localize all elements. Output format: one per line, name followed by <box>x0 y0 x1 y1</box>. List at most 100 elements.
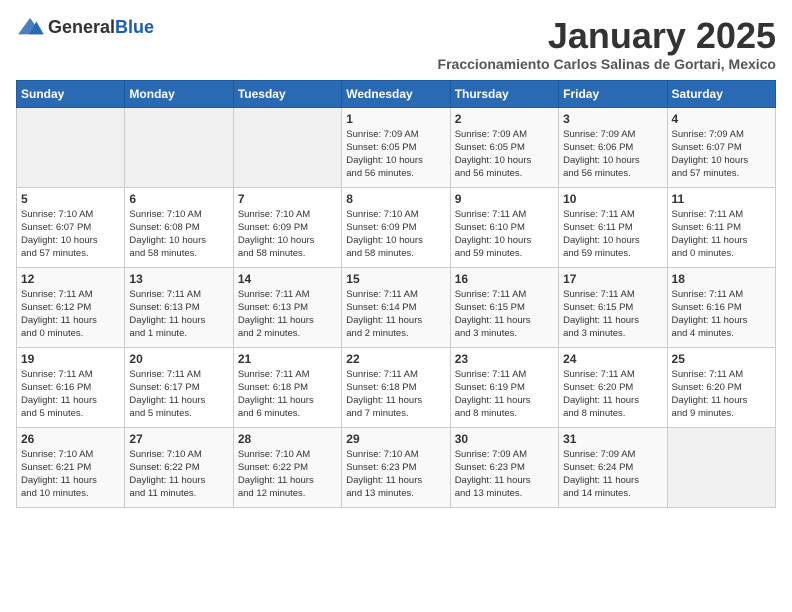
day-info: Sunrise: 7:11 AM Sunset: 6:17 PM Dayligh… <box>129 368 228 421</box>
logo-blue: Blue <box>115 17 154 37</box>
calendar-cell: 8 Sunrise: 7:10 AM Sunset: 6:09 PM Daylig… <box>342 187 450 267</box>
calendar-cell: 23Sunrise: 7:11 AM Sunset: 6:19 PM Dayli… <box>450 347 558 427</box>
location-title: Fraccionamiento Carlos Salinas de Gortar… <box>438 56 776 72</box>
day-info: Sunrise: 7:10 AM Sunset: 6:21 PM Dayligh… <box>21 448 120 501</box>
calendar-cell: 7 Sunrise: 7:10 AM Sunset: 6:09 PM Daylig… <box>233 187 341 267</box>
day-number: 10 <box>563 192 662 206</box>
day-number: 25 <box>672 352 771 366</box>
day-number: 17 <box>563 272 662 286</box>
day-number: 12 <box>21 272 120 286</box>
logo: GeneralBlue <box>16 16 154 38</box>
calendar-cell: 16 Sunrise: 7:11 AM Sunset: 6:15 PM Dayli… <box>450 267 558 347</box>
day-info: Sunrise: 7:11 AM Sunset: 6:12 PM Dayligh… <box>21 288 120 341</box>
day-info: Sunrise: 7:11 AM Sunset: 6:18 PM Dayligh… <box>238 368 337 421</box>
weekday-header-monday: Monday <box>125 80 233 107</box>
page-header: GeneralBlue January 2025 Fraccionamiento… <box>16 16 776 72</box>
calendar-body: 1 Sunrise: 7:09 AM Sunset: 6:05 PM Daylig… <box>17 107 776 507</box>
calendar-cell: 25 Sunrise: 7:11 AM Sunset: 6:20 PM Dayli… <box>667 347 775 427</box>
day-number: 3 <box>563 112 662 126</box>
calendar-cell: 13Sunrise: 7:11 AM Sunset: 6:13 PM Dayli… <box>125 267 233 347</box>
day-info: Sunrise: 7:09 AM Sunset: 6:05 PM Dayligh… <box>455 128 554 181</box>
calendar-cell: 22 Sunrise: 7:11 AM Sunset: 6:18 PM Dayli… <box>342 347 450 427</box>
day-info: Sunrise: 7:11 AM Sunset: 6:20 PM Dayligh… <box>563 368 662 421</box>
title-area: January 2025 Fraccionamiento Carlos Sali… <box>438 16 776 72</box>
calendar-table: SundayMondayTuesdayWednesdayThursdayFrid… <box>16 80 776 508</box>
calendar-cell: 1 Sunrise: 7:09 AM Sunset: 6:05 PM Daylig… <box>342 107 450 187</box>
day-number: 26 <box>21 432 120 446</box>
day-number: 31 <box>563 432 662 446</box>
day-info: Sunrise: 7:09 AM Sunset: 6:05 PM Dayligh… <box>346 128 445 181</box>
day-number: 27 <box>129 432 228 446</box>
calendar-cell: 29 Sunrise: 7:10 AM Sunset: 6:23 PM Dayli… <box>342 427 450 507</box>
day-info: Sunrise: 7:09 AM Sunset: 6:24 PM Dayligh… <box>563 448 662 501</box>
day-info: Sunrise: 7:10 AM Sunset: 6:09 PM Dayligh… <box>346 208 445 261</box>
calendar-cell: 15 Sunrise: 7:11 AM Sunset: 6:14 PM Dayli… <box>342 267 450 347</box>
day-info: Sunrise: 7:10 AM Sunset: 6:09 PM Dayligh… <box>238 208 337 261</box>
calendar-week-row: 26 Sunrise: 7:10 AM Sunset: 6:21 PM Dayli… <box>17 427 776 507</box>
day-info: Sunrise: 7:11 AM Sunset: 6:11 PM Dayligh… <box>672 208 771 261</box>
day-number: 9 <box>455 192 554 206</box>
day-number: 1 <box>346 112 445 126</box>
weekday-header-saturday: Saturday <box>667 80 775 107</box>
calendar-cell: 14 Sunrise: 7:11 AM Sunset: 6:13 PM Dayli… <box>233 267 341 347</box>
day-info: Sunrise: 7:11 AM Sunset: 6:14 PM Dayligh… <box>346 288 445 341</box>
calendar-cell: 24 Sunrise: 7:11 AM Sunset: 6:20 PM Dayli… <box>559 347 667 427</box>
day-info: Sunrise: 7:09 AM Sunset: 6:23 PM Dayligh… <box>455 448 554 501</box>
calendar-cell: 4Sunrise: 7:09 AM Sunset: 6:07 PM Daylig… <box>667 107 775 187</box>
calendar-week-row: 1 Sunrise: 7:09 AM Sunset: 6:05 PM Daylig… <box>17 107 776 187</box>
day-number: 7 <box>238 192 337 206</box>
day-info: Sunrise: 7:10 AM Sunset: 6:08 PM Dayligh… <box>129 208 228 261</box>
calendar-cell: 26 Sunrise: 7:10 AM Sunset: 6:21 PM Dayli… <box>17 427 125 507</box>
day-info: Sunrise: 7:10 AM Sunset: 6:22 PM Dayligh… <box>129 448 228 501</box>
day-number: 28 <box>238 432 337 446</box>
day-info: Sunrise: 7:11 AM Sunset: 6:20 PM Dayligh… <box>672 368 771 421</box>
day-number: 8 <box>346 192 445 206</box>
day-number: 13 <box>129 272 228 286</box>
weekday-header-tuesday: Tuesday <box>233 80 341 107</box>
logo-general: General <box>48 17 115 37</box>
day-info: Sunrise: 7:09 AM Sunset: 6:06 PM Dayligh… <box>563 128 662 181</box>
day-number: 4 <box>672 112 771 126</box>
day-info: Sunrise: 7:11 AM Sunset: 6:13 PM Dayligh… <box>238 288 337 341</box>
day-number: 21 <box>238 352 337 366</box>
day-number: 11 <box>672 192 771 206</box>
calendar-week-row: 5Sunrise: 7:10 AM Sunset: 6:07 PM Daylig… <box>17 187 776 267</box>
day-number: 2 <box>455 112 554 126</box>
calendar-cell <box>233 107 341 187</box>
day-info: Sunrise: 7:11 AM Sunset: 6:11 PM Dayligh… <box>563 208 662 261</box>
day-info: Sunrise: 7:11 AM Sunset: 6:15 PM Dayligh… <box>563 288 662 341</box>
weekday-header-thursday: Thursday <box>450 80 558 107</box>
calendar-cell <box>125 107 233 187</box>
day-number: 20 <box>129 352 228 366</box>
day-number: 15 <box>346 272 445 286</box>
calendar-cell: 20 Sunrise: 7:11 AM Sunset: 6:17 PM Dayli… <box>125 347 233 427</box>
day-info: Sunrise: 7:11 AM Sunset: 6:16 PM Dayligh… <box>21 368 120 421</box>
day-number: 22 <box>346 352 445 366</box>
day-info: Sunrise: 7:11 AM Sunset: 6:15 PM Dayligh… <box>455 288 554 341</box>
calendar-cell: 11 Sunrise: 7:11 AM Sunset: 6:11 PM Dayli… <box>667 187 775 267</box>
day-info: Sunrise: 7:10 AM Sunset: 6:07 PM Dayligh… <box>21 208 120 261</box>
day-number: 23 <box>455 352 554 366</box>
day-info: Sunrise: 7:11 AM Sunset: 6:18 PM Dayligh… <box>346 368 445 421</box>
month-title: January 2025 <box>438 16 776 56</box>
calendar-cell <box>17 107 125 187</box>
calendar-header: SundayMondayTuesdayWednesdayThursdayFrid… <box>17 80 776 107</box>
day-number: 29 <box>346 432 445 446</box>
day-info: Sunrise: 7:11 AM Sunset: 6:16 PM Dayligh… <box>672 288 771 341</box>
day-number: 24 <box>563 352 662 366</box>
calendar-week-row: 12 Sunrise: 7:11 AM Sunset: 6:12 PM Dayli… <box>17 267 776 347</box>
calendar-cell: 2 Sunrise: 7:09 AM Sunset: 6:05 PM Daylig… <box>450 107 558 187</box>
calendar-cell: 28Sunrise: 7:10 AM Sunset: 6:22 PM Dayli… <box>233 427 341 507</box>
weekday-header-friday: Friday <box>559 80 667 107</box>
calendar-cell: 19 Sunrise: 7:11 AM Sunset: 6:16 PM Dayli… <box>17 347 125 427</box>
calendar-cell: 3 Sunrise: 7:09 AM Sunset: 6:06 PM Daylig… <box>559 107 667 187</box>
logo-text: GeneralBlue <box>48 17 154 38</box>
weekday-header-row: SundayMondayTuesdayWednesdayThursdayFrid… <box>17 80 776 107</box>
day-info: Sunrise: 7:10 AM Sunset: 6:23 PM Dayligh… <box>346 448 445 501</box>
day-number: 14 <box>238 272 337 286</box>
day-number: 19 <box>21 352 120 366</box>
day-number: 16 <box>455 272 554 286</box>
day-number: 30 <box>455 432 554 446</box>
calendar-cell: 17 Sunrise: 7:11 AM Sunset: 6:15 PM Dayli… <box>559 267 667 347</box>
day-number: 6 <box>129 192 228 206</box>
